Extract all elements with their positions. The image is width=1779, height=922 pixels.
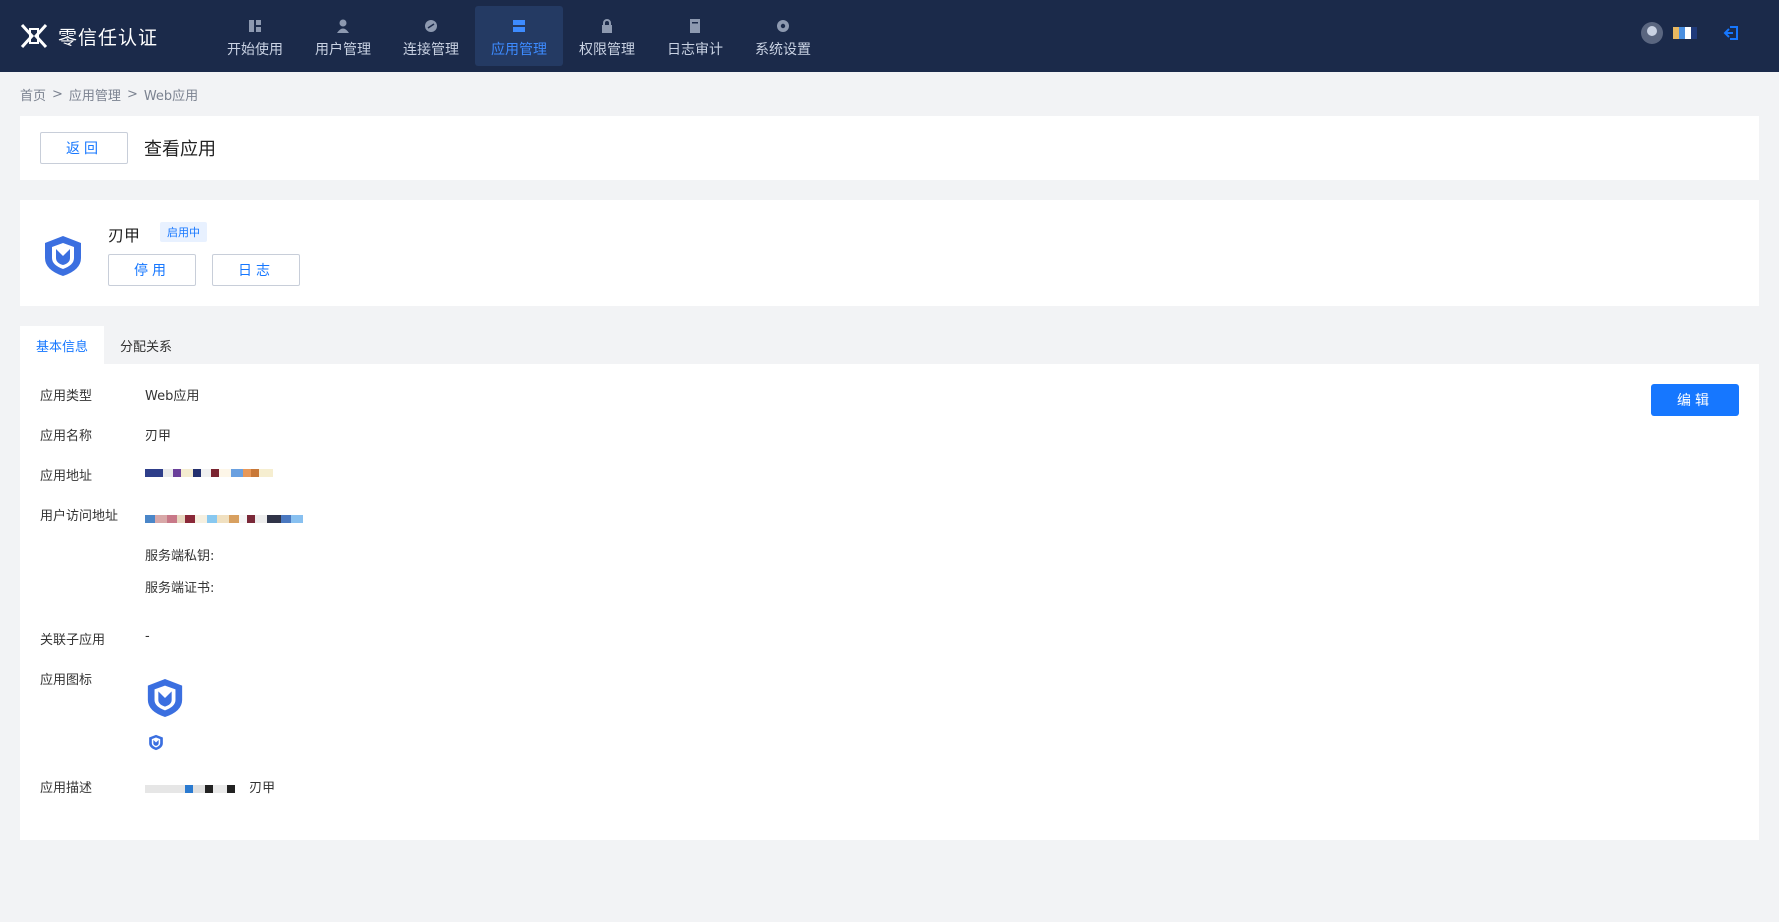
app-title: 零信任认证 (58, 26, 159, 49)
nav-item-start[interactable]: 开始使用 (211, 6, 299, 66)
breadcrumb-home[interactable]: 首页 (20, 85, 46, 104)
field-label: 应用描述 (40, 781, 93, 796)
server-private-key-label: 服务端私钥: (145, 549, 215, 564)
gear-icon (777, 19, 789, 32)
redacted-address (145, 465, 273, 480)
nav-item-users[interactable]: 用户管理 (299, 6, 387, 66)
user-area (1641, 22, 1741, 44)
nav-label: 应用管理 (491, 41, 547, 58)
shield-logo-icon (45, 236, 81, 276)
user-name-redacted[interactable] (1673, 26, 1703, 40)
breadcrumb: 首页 > 应用管理 > Web应用 (0, 72, 1779, 116)
brand[interactable]: 零信任认证 (20, 23, 200, 50)
tab-basic-info[interactable]: 基本信息 (20, 326, 105, 364)
logout-icon[interactable] (1723, 24, 1741, 42)
nav-label: 日志审计 (667, 41, 723, 58)
app-icon (513, 19, 525, 32)
tab-bar: 基本信息 分配关系 (20, 326, 1759, 364)
top-navigation-bar: 零信任认证 开始使用 用户管理 连接管理 应用管理 权限管理 日志审计 系统设置 (0, 0, 1779, 72)
nav-item-connections[interactable]: 连接管理 (387, 6, 475, 66)
redacted-access-address (145, 511, 303, 526)
field-label: 用户访问地址 (40, 509, 119, 524)
nav-label: 开始使用 (227, 41, 283, 58)
server-certificate-label: 服务端证书: (145, 581, 215, 596)
nav-label: 连接管理 (403, 41, 459, 58)
status-badge: 启用中 (160, 222, 207, 242)
nav-label: 用户管理 (315, 41, 371, 58)
user-icon (337, 19, 349, 33)
page-title: 查看应用 (144, 139, 216, 160)
main-nav: 开始使用 用户管理 连接管理 应用管理 权限管理 日志审计 系统设置 (211, 0, 827, 72)
app-summary-card: 刃甲 启用中 停用 日志 (20, 200, 1759, 306)
log-button[interactable]: 日志 (212, 254, 300, 286)
nav-item-apps[interactable]: 应用管理 (475, 6, 563, 66)
breadcrumb-current: Web应用 (143, 88, 199, 104)
app-name: 刃甲 (108, 226, 141, 245)
field-label: 应用地址 (40, 469, 93, 484)
app-icon-large (147, 678, 183, 718)
avatar[interactable] (1641, 22, 1663, 44)
nav-item-settings[interactable]: 系统设置 (739, 6, 827, 66)
field-label: 应用类型 (40, 389, 93, 404)
nav-label: 权限管理 (579, 41, 635, 58)
nav-item-logs[interactable]: 日志审计 (651, 6, 739, 66)
field-value: Web应用 (145, 389, 200, 404)
breadcrumb-section[interactable]: 应用管理 (69, 85, 121, 104)
disable-button[interactable]: 停用 (108, 254, 196, 286)
nav-label: 系统设置 (755, 41, 811, 58)
field-label: 关联子应用 (40, 633, 106, 648)
field-label: 应用名称 (40, 429, 93, 444)
dashboard-icon (249, 19, 261, 32)
connection-icon (425, 19, 437, 32)
field-value-group: 刃甲 (145, 777, 275, 796)
page-header: 返回 查看应用 (20, 116, 1759, 180)
breadcrumb-separator: > (52, 86, 63, 102)
tab-assignment[interactable]: 分配关系 (104, 326, 188, 364)
brand-logo-icon (20, 23, 48, 49)
basic-info-panel: 编辑 应用类型 Web应用 应用名称 刃甲 应用地址 用户访问地址 服务端私钥:… (20, 364, 1759, 840)
edit-button[interactable]: 编辑 (1651, 384, 1739, 416)
back-button[interactable]: 返回 (40, 132, 128, 164)
field-label: 应用图标 (40, 673, 93, 688)
field-value: 刃甲 (145, 429, 172, 444)
field-value: - (145, 629, 150, 644)
breadcrumb-separator: > (126, 86, 138, 102)
nav-item-permissions[interactable]: 权限管理 (563, 6, 651, 66)
log-book-icon (690, 18, 700, 33)
description-text: 刃甲 (249, 781, 276, 796)
lock-icon (602, 18, 612, 33)
app-icon-small (149, 734, 163, 751)
